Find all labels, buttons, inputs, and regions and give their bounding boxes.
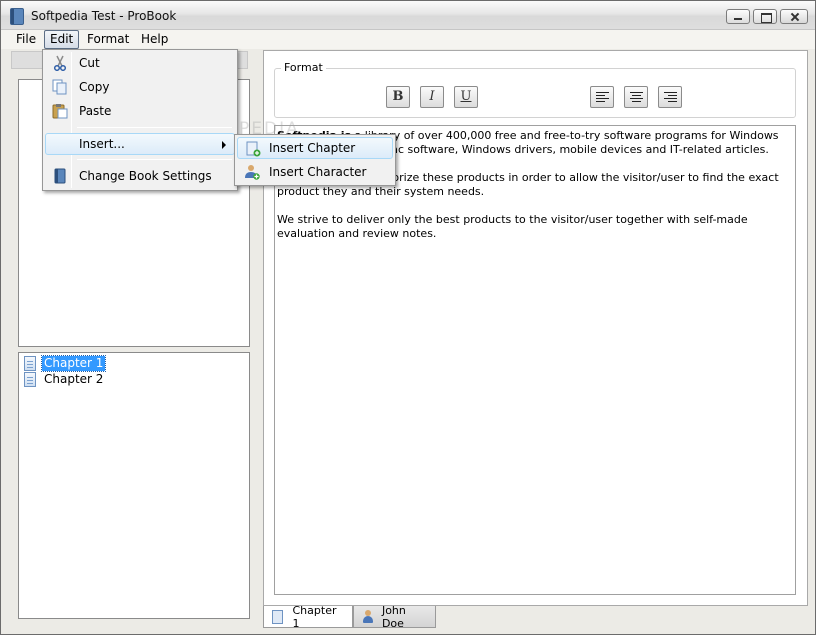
menu-label: Copy — [79, 80, 110, 94]
menu-label: Insert Chapter — [269, 141, 356, 155]
menu-edit[interactable]: Edit — [44, 30, 80, 49]
tab-label: John Doe — [381, 603, 406, 630]
menu-label: Insert... — [79, 137, 125, 151]
underline-button[interactable]: U — [454, 86, 478, 108]
close-button[interactable] — [780, 9, 808, 24]
editor-paragraph: We strive to deliver only the best produ… — [277, 213, 748, 240]
paste-icon — [52, 104, 68, 119]
menu-bar: File Edit Format Help — [1, 30, 815, 49]
align-center-button[interactable] — [624, 86, 648, 108]
align-right-icon — [664, 92, 677, 103]
minimize-button[interactable] — [726, 9, 750, 24]
menu-item-book-settings[interactable]: Change Book Settings — [45, 165, 235, 187]
tab-label: Chapter 1 — [292, 603, 337, 630]
italic-button[interactable]: I — [420, 86, 444, 108]
menu-label: Change Book Settings — [79, 169, 212, 183]
format-legend: Format — [281, 61, 326, 74]
chapter-label: Chapter 2 — [44, 371, 104, 386]
document-tabs: Chapter 1 John Doe — [263, 603, 808, 630]
menu-label: Insert Character — [269, 165, 367, 179]
menu-item-insert-character[interactable]: Insert Character — [237, 161, 393, 183]
menu-separator — [77, 159, 232, 160]
book-icon — [54, 168, 66, 184]
menu-item-insert-chapter[interactable]: Insert Chapter — [237, 137, 393, 159]
app-window: Softpedia Test - ProBook File Edit Forma… — [0, 0, 816, 635]
document-icon — [24, 371, 36, 387]
bold-button[interactable]: B — [386, 86, 410, 108]
edit-menu: Cut Copy Paste Insert... Change Book Set… — [42, 49, 238, 191]
tab-john-doe[interactable]: John Doe — [353, 603, 436, 630]
align-center-icon — [630, 92, 643, 103]
menu-help[interactable]: Help — [136, 30, 173, 49]
text-editor[interactable]: Softpedia is a library of over 400,000 f… — [274, 125, 796, 595]
menu-format[interactable]: Format — [82, 30, 134, 49]
chapter-list-item[interactable]: Chapter 2 — [24, 371, 105, 387]
chapter-label: Chapter 1 — [40, 354, 107, 372]
format-toolbar — [274, 68, 796, 118]
menu-item-cut[interactable]: Cut — [45, 52, 235, 74]
menu-label: Cut — [79, 56, 100, 70]
menu-file[interactable]: File — [11, 30, 41, 49]
align-left-button[interactable] — [590, 86, 614, 108]
chapter-list: Chapter 1 Chapter 2 — [18, 352, 250, 619]
add-person-icon — [245, 165, 260, 180]
menu-item-insert[interactable]: Insert... — [45, 133, 235, 155]
menu-label: Paste — [79, 104, 112, 118]
book-icon — [10, 8, 24, 25]
menu-item-paste[interactable]: Paste — [45, 100, 235, 122]
menu-item-copy[interactable]: Copy — [45, 76, 235, 98]
copy-icon — [52, 79, 67, 95]
document-icon — [272, 609, 283, 624]
window-title: Softpedia Test - ProBook — [31, 9, 177, 23]
align-right-button[interactable] — [658, 86, 682, 108]
person-icon — [362, 610, 373, 623]
chapter-list-item[interactable]: Chapter 1 — [24, 354, 107, 372]
submenu-arrow-icon — [222, 141, 226, 149]
document-icon — [24, 355, 36, 371]
tab-chapter-1[interactable]: Chapter 1 — [263, 603, 353, 630]
new-document-icon — [246, 141, 261, 157]
title-bar[interactable]: Softpedia Test - ProBook — [1, 1, 815, 30]
menu-separator — [77, 127, 232, 128]
maximize-button[interactable] — [753, 9, 777, 24]
scissors-icon — [53, 55, 67, 71]
insert-submenu: Insert Chapter Insert Character — [234, 134, 396, 186]
align-left-icon — [596, 92, 609, 103]
